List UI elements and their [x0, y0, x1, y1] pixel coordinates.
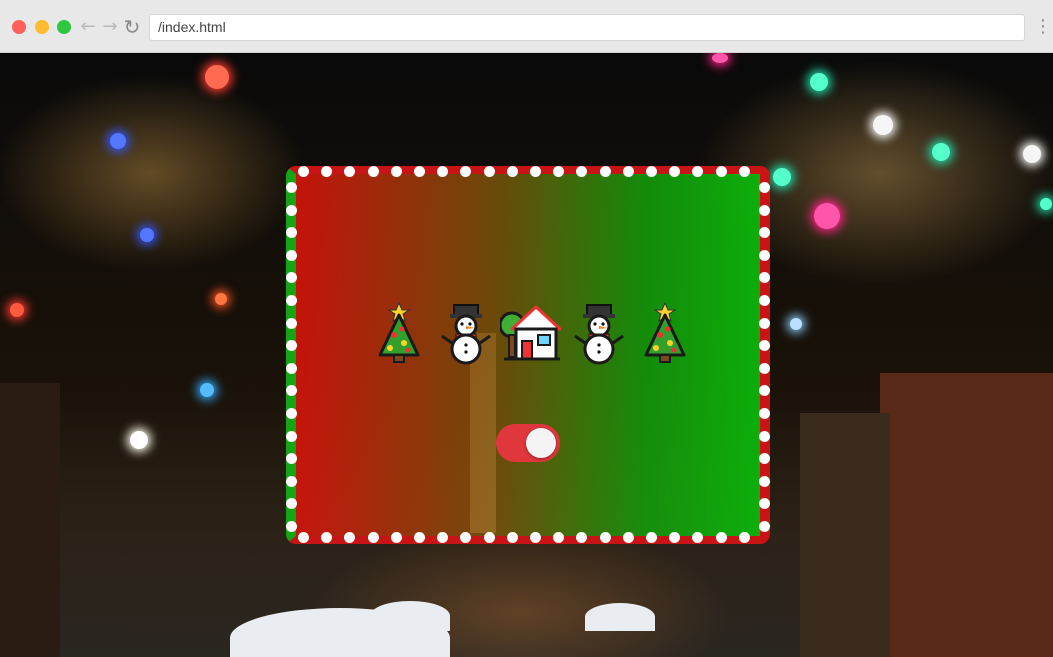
reload-icon[interactable]: ↻ [122, 15, 142, 39]
light-bulb [692, 166, 704, 177]
light-bulb [759, 249, 770, 261]
light-bulb [286, 249, 297, 261]
light-bulb [738, 532, 750, 543]
light-bulb [646, 532, 657, 543]
light-bulb [759, 521, 770, 532]
light-bulb [759, 453, 770, 465]
light-bulb [286, 475, 297, 487]
light-bulb [286, 362, 297, 374]
light-bulb [759, 340, 770, 352]
light-bulb [286, 408, 297, 419]
maximize-window-button[interactable] [57, 20, 71, 34]
light-bulb [715, 166, 727, 177]
snowman-icon [439, 301, 493, 365]
light-bulb [738, 166, 750, 177]
light-bulb [321, 532, 333, 543]
light-bulb [286, 204, 297, 216]
minimize-window-button[interactable] [35, 20, 49, 34]
light-bulb [390, 166, 402, 177]
light-bulb [622, 166, 634, 177]
arrow-left-icon[interactable]: ← [78, 15, 98, 39]
light-bulb [669, 532, 681, 543]
close-window-button[interactable] [12, 20, 26, 34]
light-bulb [437, 166, 449, 177]
light-bulb [530, 532, 541, 543]
light-bulb [414, 532, 425, 543]
light-bulb [367, 532, 379, 543]
light-bulb [460, 532, 472, 543]
light-bulb [286, 453, 297, 465]
browser-toolbar: ← → ↻ /index.html ⋮ [0, 0, 1053, 53]
light-bulb [298, 532, 309, 543]
light-bulb [692, 532, 704, 543]
light-bulb [553, 532, 565, 543]
light-bulb [576, 532, 588, 543]
light-bulb [599, 166, 611, 177]
christmas-tree-icon [372, 301, 426, 365]
light-bulb [460, 166, 472, 177]
light-bulb [367, 166, 379, 177]
emoji-row [372, 300, 692, 366]
address-bar[interactable]: /index.html [149, 14, 1025, 41]
light-bulb [286, 227, 297, 239]
light-bulb [759, 475, 770, 487]
snowman-icon [572, 301, 626, 365]
light-bulb [530, 166, 541, 177]
light-bulb [715, 532, 727, 543]
light-bulb [646, 166, 657, 177]
light-bulb [599, 532, 611, 543]
light-bulb [321, 166, 333, 177]
light-bulb [759, 204, 770, 216]
light-bulb [344, 166, 356, 177]
light-bulb [759, 385, 770, 397]
light-bulb [759, 272, 770, 284]
light-bulb [286, 317, 297, 329]
light-bulb [506, 166, 518, 177]
light-bulb [286, 430, 297, 442]
light-bulb [759, 182, 770, 193]
toggle-knob[interactable] [526, 428, 556, 458]
light-bulb [298, 166, 309, 177]
light-bulb [286, 498, 297, 510]
light-bulb [759, 295, 770, 306]
light-bulb [286, 385, 297, 397]
light-bulb [344, 532, 356, 543]
light-bulb [437, 532, 449, 543]
light-bulb [553, 166, 565, 177]
light-bulb [483, 532, 495, 543]
light-bulb [390, 532, 402, 543]
light-bulb [576, 166, 588, 177]
holiday-card [286, 166, 770, 544]
light-bulb [414, 166, 425, 177]
light-bulb [669, 166, 681, 177]
light-bulb [759, 317, 770, 329]
light-bulb [622, 532, 634, 543]
light-bulb [759, 430, 770, 442]
arrow-right-icon[interactable]: → [100, 15, 120, 39]
holiday-toggle-switch[interactable] [496, 424, 560, 462]
light-bulb [286, 521, 297, 532]
light-bulb [286, 272, 297, 284]
christmas-tree-icon [638, 301, 692, 365]
light-bulb [759, 408, 770, 419]
light-bulb [483, 166, 495, 177]
house-icon [498, 301, 562, 365]
light-bulb [759, 498, 770, 510]
kebab-menu-icon[interactable]: ⋮ [1034, 15, 1052, 39]
light-bulb [506, 532, 518, 543]
light-bulb [286, 182, 297, 193]
light-bulb [286, 295, 297, 306]
light-bulb [286, 340, 297, 352]
light-bulb [759, 227, 770, 239]
light-bulb [759, 362, 770, 374]
